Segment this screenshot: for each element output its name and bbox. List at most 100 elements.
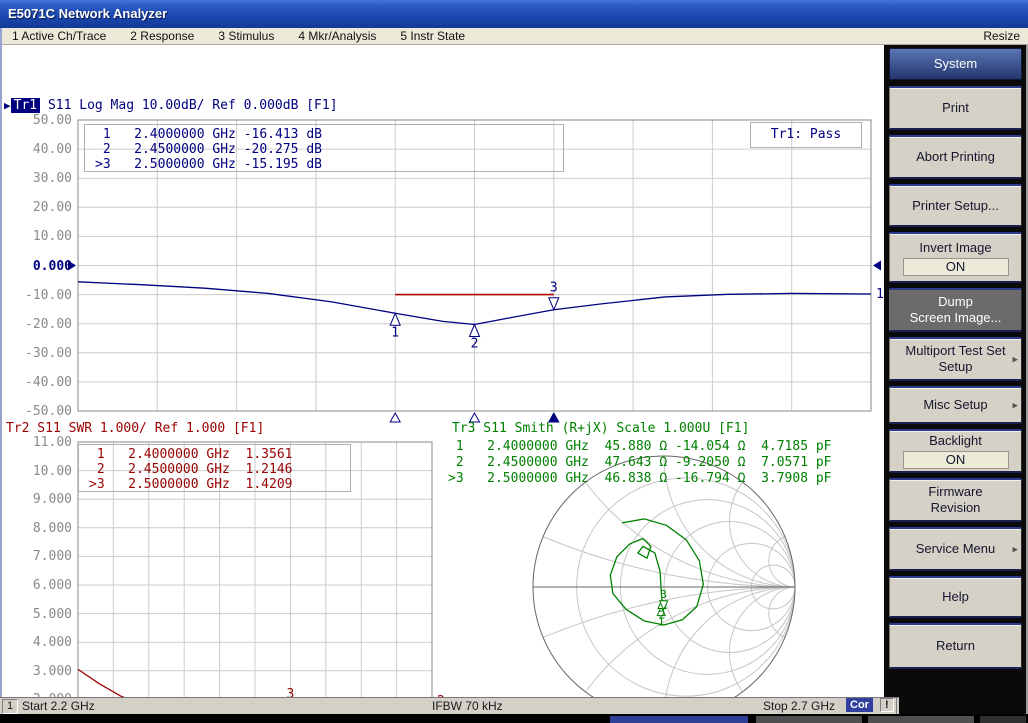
y-axis-tick: -10.00 (4, 288, 72, 303)
marker-readout-row: 1 2.4000000 GHz 1.3561 (89, 447, 350, 462)
window-border (0, 28, 2, 697)
submenu-arrow-icon: ▸ (1012, 399, 1018, 412)
marker-readout-row: >3 2.5000000 GHz 1.4209 (89, 477, 350, 492)
softkey-label: Multiport Test Set Setup (905, 343, 1005, 375)
svg-text:1: 1 (876, 287, 884, 302)
marker-readout-row: 2 2.4500000 GHz 1.2146 (89, 462, 350, 477)
y-axis-tick: -50.00 (4, 404, 72, 419)
y-axis-tick: 6.000 (4, 578, 72, 593)
tr3-marker-table: 1 2.4000000 GHz 45.880 Ω -14.054 Ω 4.718… (448, 439, 832, 487)
softkey-state: ON (903, 451, 1009, 469)
softkey-label: Print (942, 100, 969, 116)
window-titlebar: E5071C Network Analyzer (0, 0, 1028, 28)
y-axis-tick: -40.00 (4, 375, 72, 390)
y-axis-tick: 50.00 (4, 113, 72, 128)
tr3-header[interactable]: Tr3 S11 Smith (R+jX) Scale 1.000U [F1] (452, 421, 749, 436)
correction-status-badge: Cor (846, 698, 873, 712)
y-axis-tick: -20.00 (4, 317, 72, 332)
resize-button[interactable]: Resize (983, 28, 1020, 44)
menu-item-1[interactable]: 1 Active Ch/Trace (0, 29, 118, 43)
menu-item-2[interactable]: 2 Response (118, 29, 206, 43)
softkey-label: Printer Setup... (912, 198, 999, 214)
taskbar-cell (980, 716, 1026, 723)
ifbw-label: IFBW 70 kHz (432, 699, 503, 713)
stop-frequency-label: Stop 2.7 GHz (763, 699, 835, 713)
active-trace-arrow-icon: ▶ (4, 99, 11, 112)
softkey-firmware-revision[interactable]: Firmware Revision (889, 478, 1022, 522)
y-axis-tick: 3.000 (4, 664, 72, 679)
y-axis-tick: 40.00 (4, 142, 72, 157)
softkey-sidebar: System Print Abort Printing Printer Setup.… (884, 45, 1028, 723)
tr1-format-label: S11 Log Mag 10.00dB/ Ref 0.000dB [F1] (48, 98, 338, 113)
marker-readout-row: 1 2.4000000 GHz -16.413 dB (95, 127, 563, 142)
softkey-label: Help (942, 589, 969, 605)
channel-window: ▶Tr1 S11 Log Mag 10.00dB/ Ref 0.000dB [F… (0, 45, 884, 697)
tr2-header[interactable]: Tr2 S11 SWR 1.000/ Ref 1.000 [F1] (6, 421, 264, 436)
y-axis-tick: 4.000 (4, 635, 72, 650)
menu-item-4[interactable]: 4 Mkr/Analysis (286, 29, 388, 43)
marker-readout-row: >3 2.5000000 GHz 46.838 Ω -16.794 Ω 3.79… (448, 471, 832, 487)
alert-badge: ! (880, 698, 894, 712)
instrument-screen: E5071C Network Analyzer 1 Active Ch/Trac… (0, 0, 1028, 723)
softkey-abort-printing[interactable]: Abort Printing (889, 135, 1022, 179)
taskbar-cell (756, 716, 862, 723)
y-axis-tick: 8.000 (4, 521, 72, 536)
softkey-state: ON (903, 258, 1009, 276)
y-axis-tick: 10.00 (4, 229, 72, 244)
tr1-marker-table: 1 2.4000000 GHz -16.413 dB 2 2.4500000 G… (84, 124, 564, 172)
softkey-dump-screen-image[interactable]: Dump Screen Image... (889, 288, 1022, 332)
svg-text:2: 2 (471, 337, 479, 352)
y-axis-tick: -30.00 (4, 346, 72, 361)
taskbar-cell (868, 716, 974, 723)
softkey-invert-image[interactable]: Invert Image ON (889, 232, 1022, 283)
y-axis-tick: 5.000 (4, 607, 72, 622)
cutoff-taskbar-strip (0, 714, 1028, 723)
tr2-marker-table: 1 2.4000000 GHz 1.3561 2 2.4500000 GHz 1… (78, 444, 351, 492)
softkey-printer-setup[interactable]: Printer Setup... (889, 184, 1022, 227)
svg-text:3: 3 (550, 281, 558, 296)
softkey-label: Dump Screen Image... (910, 294, 1002, 326)
svg-text:2: 2 (659, 609, 666, 622)
softkey-list: Print Abort Printing Printer Setup... Inver… (889, 86, 1022, 669)
marker-readout-row: 2 2.4500000 GHz -20.275 dB (95, 142, 563, 157)
window-title: E5071C Network Analyzer (8, 6, 167, 21)
softkey-label: Return (936, 638, 975, 654)
marker-readout-row: >3 2.5000000 GHz -15.195 dB (95, 157, 563, 172)
status-bar: 1 Start 2.2 GHz IFBW 70 kHz Stop 2.7 GHz… (0, 697, 899, 714)
softkey-label: Invert Image (919, 240, 991, 256)
y-axis-tick: 10.00 (4, 464, 72, 479)
menu-bar: 1 Active Ch/Trace2 Response3 Stimulus4 M… (0, 28, 1028, 45)
softkey-label: Service Menu (916, 541, 995, 557)
status-separator (896, 698, 897, 714)
taskbar-cell (610, 716, 748, 723)
y-axis-tick: 7.000 (4, 549, 72, 564)
softkey-service-menu[interactable]: Service Menu ▸ (889, 527, 1022, 571)
svg-text:3: 3 (660, 588, 667, 601)
softkey-return[interactable]: Return (889, 623, 1022, 669)
menu-item-3[interactable]: 3 Stimulus (206, 29, 286, 43)
limit-test-result: Tr1: Pass (750, 122, 862, 148)
menu-items: 1 Active Ch/Trace2 Response3 Stimulus4 M… (0, 29, 477, 43)
softkey-label: Firmware Revision (928, 484, 982, 516)
marker-readout-row: 1 2.4000000 GHz 45.880 Ω -14.054 Ω 4.718… (448, 439, 832, 455)
softkey-backlight[interactable]: Backlight ON (889, 429, 1022, 473)
start-frequency-label: Start 2.2 GHz (22, 699, 95, 713)
y-axis-tick: 11.00 (4, 435, 72, 450)
tr1-chip: Tr1 (11, 98, 40, 113)
submenu-arrow-icon: ▸ (1012, 543, 1018, 556)
softkey-misc-setup[interactable]: Misc Setup▸ (889, 386, 1022, 424)
softkey-help[interactable]: Help (889, 576, 1022, 618)
y-axis-tick: 30.00 (4, 171, 72, 186)
softkey-label: Abort Printing (916, 149, 995, 165)
menu-item-5[interactable]: 5 Instr State (388, 29, 477, 43)
tr1-header[interactable]: ▶Tr1 S11 Log Mag 10.00dB/ Ref 0.000dB [F… (4, 98, 338, 113)
softkey-label: Backlight (929, 433, 982, 449)
y-axis-tick: 0.000 (4, 259, 72, 274)
softkey-menu-title[interactable]: System (889, 48, 1022, 80)
y-axis-tick: 9.000 (4, 492, 72, 507)
marker-readout-row: 2 2.4500000 GHz 47.643 Ω -9.2050 Ω 7.057… (448, 455, 832, 471)
y-axis-tick: 20.00 (4, 200, 72, 215)
softkey-print[interactable]: Print (889, 86, 1022, 130)
softkey-multiport-test-set-setup[interactable]: Multiport Test Set Setup▸ (889, 337, 1022, 381)
svg-text:1: 1 (391, 325, 399, 340)
